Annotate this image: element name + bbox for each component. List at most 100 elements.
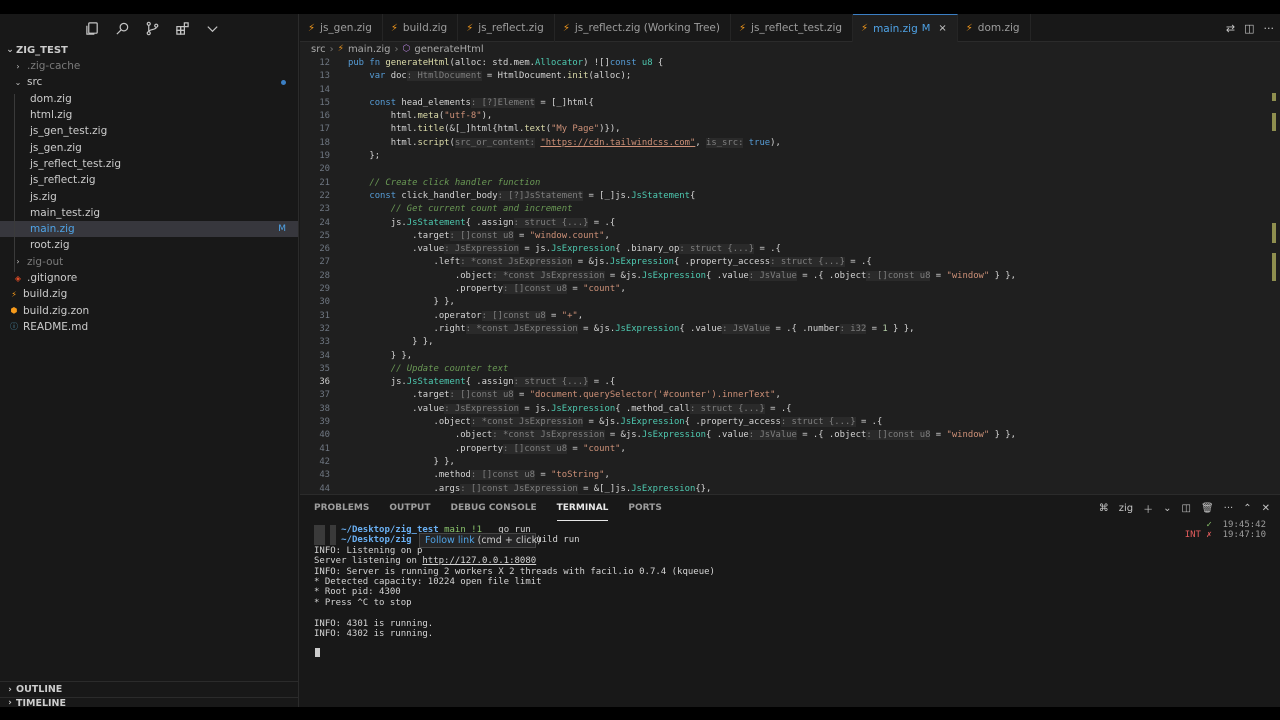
terminal-line: Server listening on http://127.0.0.1:808… — [314, 556, 1254, 566]
tree-item[interactable]: ⚡js_gen_test.zig — [0, 123, 298, 139]
line-number: 23 — [319, 204, 330, 215]
line-number: 18 — [319, 137, 330, 148]
new-terminal-icon[interactable]: ＋ — [1143, 501, 1153, 516]
extensions-icon[interactable] — [174, 20, 190, 36]
sidebar-toolbar — [0, 14, 298, 42]
split-editor-icon[interactable]: ◫ — [1244, 22, 1254, 35]
code-text: var doc: HtmlDocument = HtmlDocument.ini… — [369, 71, 632, 82]
close-tab-icon[interactable]: × — [938, 23, 946, 34]
editor-tab[interactable]: ⚡ main.zig M × — [853, 14, 958, 42]
more-actions-icon[interactable]: ··· — [1224, 503, 1234, 514]
terminal-status-column: ✓ 19:45:42 INT ✗ 19:47:10 — [1185, 520, 1266, 541]
editor-tab[interactable]: ⚡ build.zig — [383, 14, 459, 42]
line-number: 30 — [319, 297, 330, 308]
tree-item[interactable]: ⚡js.zig — [0, 188, 298, 204]
code-line: 41 .property: []const u8 = "count", — [300, 443, 1280, 456]
tree-item[interactable]: ◈ .gitignore — [0, 270, 298, 286]
line-number: 16 — [319, 111, 330, 122]
close-panel-icon[interactable]: ✕ — [1262, 503, 1270, 514]
terminal-line: * Detected capacity: 10224 open file lim… — [314, 577, 1254, 587]
panel-tab-ports[interactable]: PORTS — [628, 495, 661, 521]
editor-tab[interactable]: ⚡ js_reflect_test.zig — [731, 14, 854, 42]
editor-tabs: ⚡ js_gen.zig ⚡ build.zig ⚡ js_reflect.zig ⚡ js_… — [300, 14, 1280, 42]
tree-item[interactable]: ⚡main.zigM — [0, 220, 298, 238]
line-number: 35 — [319, 363, 330, 374]
tree-item[interactable]: ⌄ src — [0, 74, 298, 90]
code-line: 22 const click_handler_body: [?]JsStatem… — [300, 190, 1280, 203]
trash-icon[interactable]: 🗑 — [1201, 503, 1214, 514]
code-line: 34 } }, — [300, 350, 1280, 363]
search-icon[interactable] — [114, 20, 130, 36]
line-number: 41 — [319, 443, 330, 454]
breadcrumb-folder[interactable]: src — [311, 44, 326, 55]
timestamp: 19:45:42 — [1222, 520, 1266, 530]
code-text: .right: *const JsExpression = &js.JsExpr… — [348, 323, 915, 334]
code-text: pub fn generateHtml(alloc: std.mem.Alloc… — [348, 58, 664, 68]
tree-item[interactable]: › .zig-cache — [0, 58, 298, 74]
code-line: 44 .args: []const JsExpression = &[_]js.… — [300, 483, 1280, 495]
follow-link-hint: (cmd + click) — [477, 535, 541, 546]
editor-tab[interactable]: ⚡ js_reflect.zig — [458, 14, 555, 42]
code-text: html.title(&[_]html{html.text("My Page")… — [348, 124, 621, 135]
follow-link-tooltip[interactable]: Follow link (cmd + click) — [419, 533, 541, 548]
prompt-dir: ~/Desktop/zig — [341, 535, 412, 546]
follow-link-text[interactable]: Follow link — [425, 535, 475, 546]
editor-tab[interactable]: ⚡ dom.zig — [958, 14, 1031, 42]
chevron-down-icon[interactable] — [204, 20, 220, 36]
tree-item[interactable]: ⚡ build.zig — [0, 286, 298, 302]
timeline-section[interactable]: › TIMELINE — [0, 697, 298, 707]
code-text: .target: []const u8 = "window.count", — [348, 230, 610, 241]
maximize-panel-icon[interactable]: ⌃ — [1243, 503, 1251, 514]
zig-file-icon: ⚡ — [562, 22, 570, 34]
tree-item[interactable]: › zig-out — [0, 254, 298, 270]
tree-item[interactable]: ⚡html.zig — [0, 107, 298, 123]
explorer-root-folder[interactable]: ⌄ ZIG_TEST — [0, 42, 298, 58]
code-text: .object: *const JsExpression = &js.JsExp… — [348, 430, 1016, 441]
code-text: .value: JsExpression = js.JsExpression{ … — [348, 403, 792, 414]
editor-tab[interactable]: ⚡ js_gen.zig — [300, 14, 383, 42]
outline-section[interactable]: › OUTLINE — [0, 681, 298, 697]
source-control-icon[interactable] — [144, 20, 160, 36]
vscode-window: ⌄ ZIG_TEST ›.zig-cache⌄src⚡dom.zig⚡html.… — [0, 14, 1280, 707]
tree-item[interactable]: ⬢ build.zig.zon — [0, 302, 298, 318]
more-actions-icon[interactable]: ··· — [1264, 22, 1275, 35]
code-editor[interactable]: 12 pub fn generateHtml(alloc: std.mem.All… — [300, 57, 1280, 494]
line-number: 34 — [319, 350, 330, 361]
terminal-line-text: * Detected capacity: 10224 open file lim… — [314, 576, 542, 587]
code-line: 43 .method: []const u8 = "toString", — [300, 469, 1280, 482]
chevron-right-icon: › — [394, 43, 399, 55]
panel-tab-problems[interactable]: PROBLEMS — [314, 495, 369, 521]
line-number: 21 — [319, 177, 330, 188]
git-file-icon: ◈ — [14, 273, 22, 283]
terminal-shell-label[interactable]: zig — [1119, 503, 1133, 514]
tree-item[interactable]: ⚡js_reflect.zig — [0, 172, 298, 188]
terminal-line-text: Server listening on — [314, 556, 423, 567]
tree-item-label: js.zig — [30, 190, 57, 203]
chevron-down-icon[interactable]: ⌄ — [1163, 503, 1171, 514]
breadcrumb-file[interactable]: main.zig — [348, 44, 391, 55]
chevron-right-icon: › — [329, 43, 334, 55]
panel-tab-debug-console[interactable]: DEBUG CONSOLE — [451, 495, 537, 521]
split-terminal-icon[interactable]: ◫ — [1182, 503, 1191, 514]
zig-file-icon: ⚡ — [466, 22, 474, 34]
tree-item[interactable]: ⓘ README.md — [0, 319, 298, 335]
open-changes-icon[interactable]: ⇄ — [1226, 22, 1235, 35]
tree-item[interactable]: ⚡main_test.zig — [0, 205, 298, 221]
panel-tab-terminal[interactable]: TERMINAL — [556, 495, 609, 521]
editor-tab[interactable]: ⚡ js_reflect.zig (Working Tree) — [555, 14, 731, 42]
code-text: .method: []const u8 = "toString", — [348, 470, 610, 481]
chevron-icon: ⌄ — [14, 77, 22, 87]
server-url-link[interactable]: http://127.0.0.1:8080 — [422, 556, 536, 566]
explorer-files-icon[interactable] — [84, 20, 100, 36]
tree-item[interactable]: ⚡js_gen.zig — [0, 139, 298, 155]
timeline-label: TIMELINE — [16, 698, 66, 707]
tree-item[interactable]: ⚡js_reflect_test.zig — [0, 156, 298, 172]
line-number: 33 — [319, 337, 330, 348]
bottom-black-bar — [0, 707, 1280, 720]
panel-tab-output[interactable]: OUTPUT — [389, 495, 430, 521]
tree-item[interactable]: ⚡root.zig — [0, 237, 298, 253]
code-text: } }, — [348, 337, 434, 348]
tree-item[interactable]: ⚡dom.zig — [0, 91, 298, 107]
tree-item-label: src — [27, 76, 43, 89]
breadcrumb-symbol[interactable]: generateHtml — [414, 44, 483, 55]
